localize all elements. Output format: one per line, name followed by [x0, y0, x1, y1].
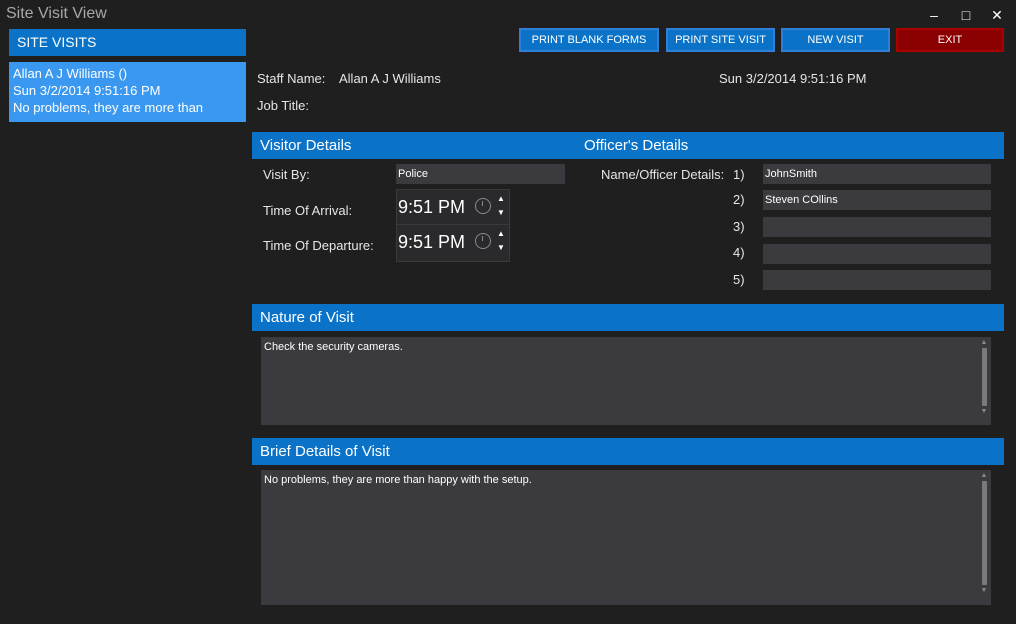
title-bar: Site Visit View – □ ✕ [0, 0, 1016, 30]
print-site-visit-button[interactable]: PRINT SITE VISIT [666, 28, 775, 52]
staff-name-label: Staff Name: [257, 71, 326, 86]
scroll-down-icon[interactable]: ▼ [980, 408, 988, 415]
spin-down-icon[interactable]: ▼ [497, 208, 505, 217]
arrival-time-picker[interactable]: 9:51 PM ▲ ▼ [396, 189, 510, 227]
departure-time-value: 9:51 PM [398, 232, 466, 252]
scroll-up-icon[interactable]: ▲ [980, 472, 988, 479]
brief-details-text: No problems, they are more than happy wi… [264, 474, 532, 486]
visit-staff-name: Allan A J Williams () [13, 66, 128, 81]
officer-row-number: 1) [733, 167, 745, 182]
window-title: Site Visit View [6, 5, 107, 22]
details-header-bar: Visitor Details Officer's Details [252, 132, 1004, 159]
departure-label: Time Of Departure: [263, 238, 374, 253]
clock-icon [475, 198, 491, 214]
nature-of-visit-text: Check the security cameras. [264, 341, 403, 353]
brief-details-textarea[interactable]: No problems, they are more than happy wi… [261, 470, 991, 605]
visit-summary: No problems, they are more than [13, 100, 204, 115]
close-button[interactable]: ✕ [983, 4, 1011, 26]
spin-up-icon[interactable]: ▲ [497, 194, 505, 203]
scroll-down-icon[interactable]: ▼ [980, 587, 988, 594]
brief-details-header: Brief Details of Visit [252, 438, 1004, 465]
exit-button[interactable]: EXIT [896, 28, 1004, 52]
nature-of-visit-header: Nature of Visit [252, 304, 1004, 331]
visit-datetime: Sun 3/2/2014 9:51:16 PM [13, 83, 161, 98]
scrollbar[interactable]: ▲ ▼ [980, 339, 988, 415]
scroll-up-icon[interactable]: ▲ [980, 339, 988, 346]
site-visits-header: SITE VISITS [9, 29, 246, 56]
visitor-details-header: Visitor Details [260, 137, 352, 154]
visit-by-label: Visit By: [263, 167, 310, 182]
new-visit-button[interactable]: NEW VISIT [781, 28, 890, 52]
visit-by-field[interactable]: Police [396, 164, 565, 184]
officers-details-header: Officer's Details [584, 137, 689, 154]
officer-row-number: 4) [733, 245, 745, 260]
clock-icon [475, 233, 491, 249]
scroll-thumb[interactable] [981, 481, 987, 585]
minimize-button[interactable]: – [920, 4, 948, 26]
nature-of-visit-textarea[interactable]: Check the security cameras. ▲ ▼ [261, 337, 991, 425]
arrival-label: Time Of Arrival: [263, 203, 353, 218]
spin-down-icon[interactable]: ▼ [497, 243, 505, 252]
scrollbar[interactable]: ▲ ▼ [980, 472, 988, 594]
list-item[interactable]: Allan A J Williams () Sun 3/2/2014 9:51:… [9, 62, 246, 122]
spin-up-icon[interactable]: ▲ [497, 229, 505, 238]
departure-time-picker[interactable]: 9:51 PM ▲ ▼ [396, 224, 510, 262]
officer-row-number: 3) [733, 219, 745, 234]
officer-field-1[interactable]: JohnSmith [763, 164, 991, 184]
job-title-label: Job Title: [257, 98, 310, 113]
maximize-button[interactable]: □ [952, 4, 980, 26]
visit-datetime-display: Sun 3/2/2014 9:51:16 PM [719, 71, 867, 86]
officer-row-number: 5) [733, 272, 745, 287]
print-blank-forms-button[interactable]: PRINT BLANK FORMS [519, 28, 659, 52]
scroll-thumb[interactable] [981, 348, 987, 406]
arrival-time-value: 9:51 PM [398, 197, 466, 217]
officer-field-4[interactable] [763, 244, 991, 264]
staff-name-value: Allan A J Williams [339, 71, 441, 86]
officer-field-3[interactable] [763, 217, 991, 237]
officer-details-label: Name/Officer Details: [601, 167, 725, 182]
officer-row-number: 2) [733, 192, 745, 207]
officer-field-2[interactable]: Steven COllins [763, 190, 991, 210]
officer-field-5[interactable] [763, 270, 991, 290]
